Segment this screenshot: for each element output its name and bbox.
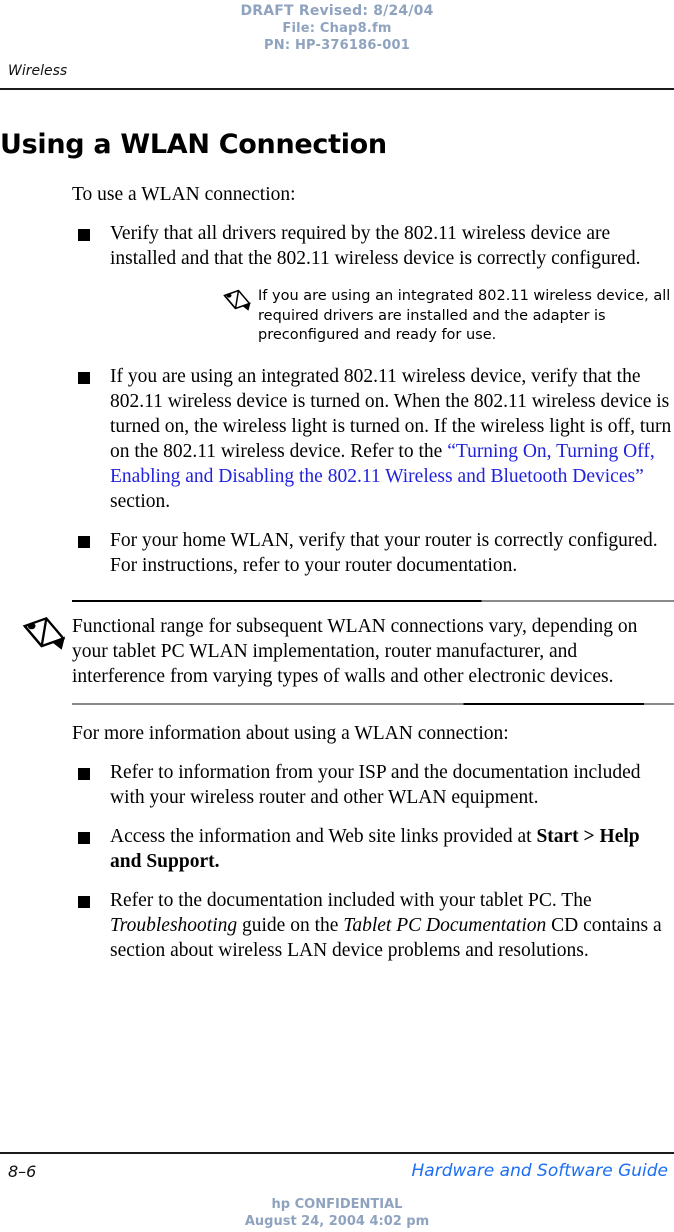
bullet-list-secondary: Refer to information from your ISP and t… — [0, 760, 674, 963]
list-item-text: Verify that all drivers required by the … — [110, 223, 641, 269]
draft-file-line: File: Chap8.fm — [282, 21, 392, 36]
note-ruled-text: Functional range for subsequent WLAN con… — [72, 615, 638, 687]
list-item: Refer to information from your ISP and t… — [0, 760, 674, 810]
note-ruled-body: Functional range for subsequent WLAN con… — [0, 602, 674, 703]
list-item-text-part2: guide on the — [237, 914, 344, 936]
bullet-square-icon — [78, 831, 90, 844]
page-number: 8–6 — [8, 1162, 37, 1181]
draft-revised-line: DRAFT Revised: 8/24/04 — [240, 3, 434, 19]
note-inline-text: If you are using an integrated 802.11 wi… — [258, 288, 671, 343]
list-item-text-prefix: Access the information and Web site link… — [110, 825, 537, 847]
list-item: Refer to the documentation included with… — [0, 888, 674, 963]
page-content: Using a WLAN Connection To use a WLAN co… — [0, 130, 674, 963]
list-item: Verify that all drivers required by the … — [0, 221, 674, 346]
guide-title: Hardware and Software Guide — [411, 1161, 668, 1181]
note-inline: If you are using an integrated 802.11 wi… — [110, 287, 674, 346]
list-item: If you are using an integrated 802.11 wi… — [0, 364, 674, 514]
pencil-icon — [222, 289, 252, 311]
bullet-square-icon — [78, 535, 90, 548]
header-divider-rule — [0, 88, 674, 90]
list-item: For your home WLAN, verify that your rou… — [0, 528, 674, 578]
guide-name-troubleshooting: Troubleshooting — [110, 914, 238, 936]
more-info-paragraph: For more information about using a WLAN … — [72, 722, 509, 744]
bullet-square-icon — [78, 371, 90, 384]
footer-divider-rule — [0, 1152, 674, 1154]
bullet-square-icon — [78, 767, 90, 780]
confidential-block: hp CONFIDENTIAL August 24, 2004 4:02 pm — [0, 1196, 674, 1230]
list-item: Access the information and Web site link… — [0, 824, 674, 874]
list-item-text-part1: Refer to the documentation included with… — [110, 889, 592, 911]
note-rule-bottom — [72, 702, 674, 705]
draft-stamp-block: DRAFT Revised: 8/24/04 File: Chap8.fm PN… — [0, 0, 674, 54]
draft-pn-line: PN: HP-376186-001 — [264, 38, 410, 53]
bullet-square-icon — [78, 229, 90, 241]
confidential-label: hp CONFIDENTIAL — [271, 1197, 403, 1212]
list-item-text-suffix: section. — [110, 490, 171, 512]
bullet-list-primary: Verify that all drivers required by the … — [0, 221, 674, 578]
pencil-icon — [20, 616, 68, 650]
guide-name-tablet-pc-documentation: Tablet PC Documentation — [343, 914, 547, 936]
list-item-text: For your home WLAN, verify that your rou… — [110, 529, 658, 576]
note-ruled: Functional range for subsequent WLAN con… — [0, 599, 674, 705]
list-item-text: Refer to information from your ISP and t… — [110, 761, 641, 808]
intro-paragraph: To use a WLAN connection: — [72, 184, 296, 205]
bullet-square-icon — [78, 895, 90, 908]
build-timestamp: August 24, 2004 4:02 pm — [244, 1214, 430, 1229]
running-header-chapter: Wireless — [8, 63, 68, 79]
page-title: Using a WLAN Connection — [0, 129, 387, 160]
